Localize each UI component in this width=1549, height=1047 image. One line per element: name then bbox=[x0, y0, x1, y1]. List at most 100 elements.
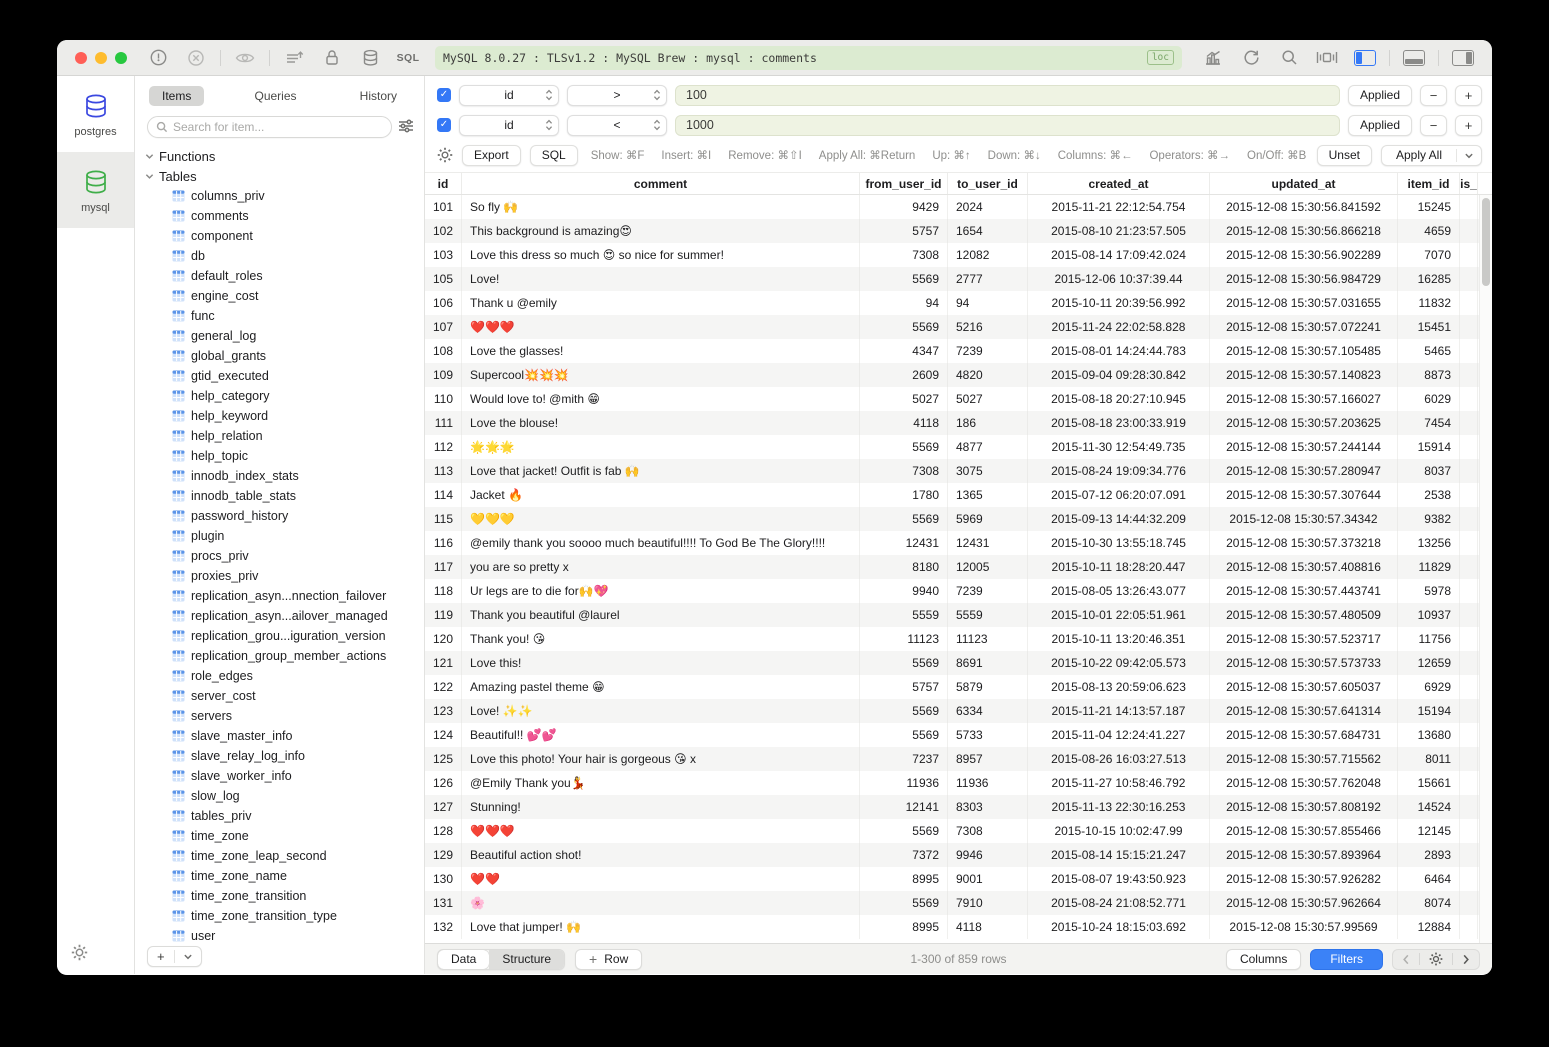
table-cell[interactable]: 12005 bbox=[948, 555, 1028, 579]
table-cell[interactable] bbox=[1460, 867, 1478, 891]
sidebar-table-item[interactable]: time_zone_name bbox=[145, 866, 424, 886]
table-cell[interactable]: 12145 bbox=[1398, 819, 1460, 843]
table-cell[interactable]: 7372 bbox=[860, 843, 948, 867]
table-cell[interactable]: 2015-08-14 15:15:21.247 bbox=[1028, 843, 1210, 867]
sidebar-table-item[interactable]: comments bbox=[145, 206, 424, 226]
table-cell[interactable]: 5879 bbox=[948, 675, 1028, 699]
sidebar-table-item[interactable]: time_zone_transition bbox=[145, 886, 424, 906]
table-cell[interactable]: 5757 bbox=[860, 219, 948, 243]
table-cell[interactable]: Would love to! @mith 😁 bbox=[462, 387, 860, 411]
sidebar-table-item[interactable]: time_zone_transition_type bbox=[145, 906, 424, 926]
table-cell[interactable]: 11936 bbox=[860, 771, 948, 795]
sidebar-table-item[interactable]: user bbox=[145, 926, 424, 942]
table-cell[interactable]: 2015-12-08 15:30:57.684731 bbox=[1210, 723, 1398, 747]
table-cell[interactable]: 120 bbox=[425, 627, 462, 651]
scrollbar-thumb[interactable] bbox=[1482, 198, 1490, 286]
table-cell[interactable]: 7454 bbox=[1398, 411, 1460, 435]
table-row[interactable]: 120Thank you! 😘11123111232015-10-11 13:2… bbox=[425, 627, 1492, 651]
table-cell[interactable]: 2015-08-18 23:00:33.919 bbox=[1028, 411, 1210, 435]
table-cell[interactable]: 2015-09-13 14:44:32.209 bbox=[1028, 507, 1210, 531]
table-cell[interactable]: 5569 bbox=[860, 315, 948, 339]
sidebar-table-item[interactable]: innodb_table_stats bbox=[145, 486, 424, 506]
table-cell[interactable]: 5027 bbox=[948, 387, 1028, 411]
table-cell[interactable]: 2015-12-08 15:30:57.031655 bbox=[1210, 291, 1398, 315]
table-cell[interactable]: 9001 bbox=[948, 867, 1028, 891]
sidebar-table-item[interactable]: default_roles bbox=[145, 266, 424, 286]
table-row[interactable]: 111Love the blouse!41181862015-08-18 23:… bbox=[425, 411, 1492, 435]
table-cell[interactable]: Love! ✨✨ bbox=[462, 699, 860, 723]
sidebar-table-item[interactable]: role_edges bbox=[145, 666, 424, 686]
sidebar-table-item[interactable]: component bbox=[145, 226, 424, 246]
table-cell[interactable] bbox=[1460, 603, 1478, 627]
table-row[interactable]: 118Ur legs are to die for🙌💖994072392015-… bbox=[425, 579, 1492, 603]
table-cell[interactable]: 114 bbox=[425, 483, 462, 507]
table-cell[interactable] bbox=[1460, 315, 1478, 339]
tab-history[interactable]: History bbox=[347, 86, 410, 106]
filter-value-input[interactable]: 1000 bbox=[675, 115, 1340, 136]
table-row[interactable]: 105Love!556927772015-12-06 10:37:39.4420… bbox=[425, 267, 1492, 291]
table-cell[interactable] bbox=[1460, 531, 1478, 555]
table-cell[interactable]: 6464 bbox=[1398, 867, 1460, 891]
table-cell[interactable] bbox=[1460, 723, 1478, 747]
table-cell[interactable]: 118 bbox=[425, 579, 462, 603]
table-cell[interactable]: 11123 bbox=[948, 627, 1028, 651]
toggle-bottom-panel-icon[interactable] bbox=[1397, 46, 1431, 70]
table-cell[interactable]: Beautiful action shot! bbox=[462, 843, 860, 867]
table-cell[interactable]: 94 bbox=[948, 291, 1028, 315]
table-cell[interactable]: 2015-10-30 13:55:18.745 bbox=[1028, 531, 1210, 555]
table-cell[interactable] bbox=[1460, 363, 1478, 387]
table-row[interactable]: 101So fly 🙌942920242015-11-21 22:12:54.7… bbox=[425, 195, 1492, 219]
sidebar-table-item[interactable]: replication_asyn...nnection_failover bbox=[145, 586, 424, 606]
table-cell[interactable]: 8995 bbox=[860, 867, 948, 891]
table-cell[interactable]: 8995 bbox=[860, 915, 948, 939]
table-cell[interactable]: 7308 bbox=[948, 819, 1028, 843]
table-cell[interactable] bbox=[1460, 339, 1478, 363]
table-cell[interactable] bbox=[1460, 459, 1478, 483]
sidebar-table-item[interactable]: help_category bbox=[145, 386, 424, 406]
table-cell[interactable]: 11123 bbox=[860, 627, 948, 651]
table-cell[interactable]: 5569 bbox=[860, 435, 948, 459]
table-row[interactable]: 131🌸556979102015-08-24 21:08:52.7712015-… bbox=[425, 891, 1492, 915]
table-cell[interactable] bbox=[1460, 699, 1478, 723]
column-header-created_at[interactable]: created_at bbox=[1028, 173, 1210, 194]
table-cell[interactable] bbox=[1460, 747, 1478, 771]
table-cell[interactable]: Love that jacket! Outfit is fab 🙌 bbox=[462, 459, 860, 483]
chevron-down-icon[interactable] bbox=[1457, 151, 1481, 160]
table-cell[interactable]: 2015-11-04 12:24:41.227 bbox=[1028, 723, 1210, 747]
table-cell[interactable]: 2015-12-08 15:30:57.99569 bbox=[1210, 915, 1398, 939]
table-cell[interactable]: 2015-11-24 22:02:58.828 bbox=[1028, 315, 1210, 339]
table-cell[interactable]: 113 bbox=[425, 459, 462, 483]
chevron-down-icon[interactable] bbox=[175, 952, 201, 961]
table-cell[interactable]: 8957 bbox=[948, 747, 1028, 771]
filter-value-input[interactable]: 100 bbox=[675, 85, 1340, 106]
data-tab-button[interactable]: Data bbox=[438, 950, 489, 969]
table-cell[interactable]: @Emily Thank you💃 bbox=[462, 771, 860, 795]
table-cell[interactable]: 121 bbox=[425, 651, 462, 675]
table-cell[interactable]: 2015-12-08 15:30:56.841592 bbox=[1210, 195, 1398, 219]
table-cell[interactable]: 2015-12-08 15:30:57.808192 bbox=[1210, 795, 1398, 819]
table-cell[interactable]: 5569 bbox=[860, 891, 948, 915]
sidebar-table-item[interactable]: plugin bbox=[145, 526, 424, 546]
table-cell[interactable]: 7308 bbox=[860, 243, 948, 267]
search-icon[interactable] bbox=[1272, 46, 1306, 70]
table-row[interactable]: 112🌟🌟🌟556948772015-11-30 12:54:49.735201… bbox=[425, 435, 1492, 459]
table-cell[interactable]: Ur legs are to die for🙌💖 bbox=[462, 579, 860, 603]
table-cell[interactable]: 2015-12-08 15:30:57.762048 bbox=[1210, 771, 1398, 795]
next-page-icon[interactable] bbox=[1453, 954, 1479, 965]
table-cell[interactable]: 8074 bbox=[1398, 891, 1460, 915]
tab-items[interactable]: Items bbox=[149, 86, 204, 106]
table-cell[interactable] bbox=[1460, 891, 1478, 915]
table-row[interactable]: 106Thank u @emily94942015-10-11 20:39:56… bbox=[425, 291, 1492, 315]
table-row[interactable]: 116@emily thank you soooo much beautiful… bbox=[425, 531, 1492, 555]
table-cell[interactable]: Beautiful!! 💕💕 bbox=[462, 723, 860, 747]
table-cell[interactable]: Love this photo! Your hair is gorgeous 😘… bbox=[462, 747, 860, 771]
table-cell[interactable] bbox=[1460, 435, 1478, 459]
sidebar-table-item[interactable]: replication_asyn...ailover_managed bbox=[145, 606, 424, 626]
table-cell[interactable]: 131 bbox=[425, 891, 462, 915]
app-settings-gear-icon[interactable] bbox=[57, 936, 88, 974]
table-cell[interactable]: 5569 bbox=[860, 507, 948, 531]
table-row[interactable]: 117you are so pretty x8180120052015-10-1… bbox=[425, 555, 1492, 579]
table-cell[interactable]: 5569 bbox=[860, 699, 948, 723]
table-cell[interactable]: 11832 bbox=[1398, 291, 1460, 315]
table-row[interactable]: 113Love that jacket! Outfit is fab 🙌7308… bbox=[425, 459, 1492, 483]
